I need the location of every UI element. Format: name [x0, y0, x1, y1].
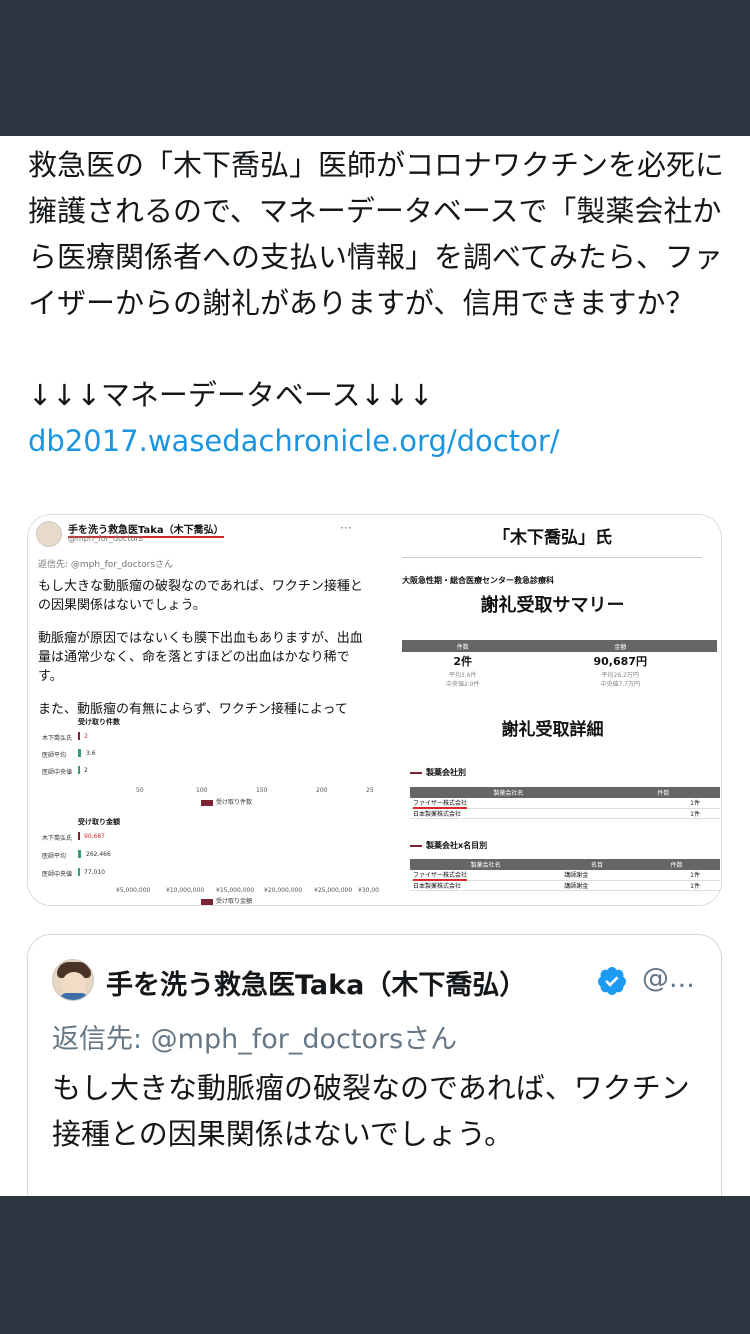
amount-value: 77,010 — [84, 869, 105, 876]
count-tick: 25 — [366, 787, 374, 794]
count-bar — [78, 766, 80, 774]
count-legend: 受け取り件数 — [201, 797, 252, 806]
media-reply-to: 返信先: @mph_for_doctorsさん — [38, 560, 174, 570]
amount-bar — [78, 832, 80, 840]
amount-tick: ¥30,00 — [358, 887, 379, 894]
count-row-label: 木下喬弘氏 — [42, 735, 73, 742]
amount-bar — [78, 850, 81, 858]
purpose-col-purpose: 名目 — [561, 859, 633, 870]
section-by-company-purpose: 製薬会社x名目別 — [410, 840, 487, 851]
avatar[interactable] — [52, 959, 94, 1001]
amount-tick: ¥20,000,000 — [264, 887, 303, 894]
summary-count: 2件 — [453, 655, 473, 668]
count-tick: 100 — [196, 787, 208, 794]
table-cell: 日本製薬株式会社 — [410, 880, 562, 891]
purpose-col-count: 件数 — [632, 859, 720, 870]
summary-title: 謝礼受取サマリー — [480, 595, 625, 616]
count-chart: 受け取り件数 木下喬弘氏 2 医師平均 3.6 医師中央値 2 50 100 1… — [36, 715, 376, 815]
amount-row-label: 医師中央値 — [42, 871, 73, 878]
count-bar — [78, 749, 81, 757]
media-author-handle: @mph_for_doctors — [68, 534, 143, 543]
avatar — [36, 521, 62, 547]
amount-row-label: 木下喬弘氏 — [42, 835, 73, 842]
quoted-author-name[interactable]: 手を洗う救急医Taka（木下喬弘） — [106, 963, 526, 1002]
tweet-media-image[interactable]: 手を洗う救急医Taka（木下喬弘） @mph_for_doctors ··· 返… — [27, 514, 722, 906]
count-tick: 200 — [316, 787, 328, 794]
company-purpose-table: 製薬会社名 名目 件数 ファイザー株式会社 講師謝金 1件 日本製薬株式会社 講… — [410, 859, 720, 891]
table-cell: 1件 — [606, 808, 720, 819]
table-cell: ファイザー株式会社 — [410, 798, 607, 810]
tweet-arrows-line: ↓↓↓マネーデータベース↓↓↓ — [28, 378, 434, 412]
media-left-panel: 手を洗う救急医Taka（木下喬弘） @mph_for_doctors ··· 返… — [28, 515, 379, 905]
amount-tick: ¥15,000,000 — [216, 887, 255, 894]
count-value: 2 — [84, 733, 88, 740]
media-body-paragraph: もし大きな動脈瘤の破裂なのであれば、ワクチン接種との因果関係はないでしょう。 — [38, 579, 363, 613]
amount-row-label: 医師平均 — [42, 853, 67, 860]
purpose-col-name: 製薬会社名 — [410, 859, 562, 870]
amount-tick: ¥25,000,000 — [314, 887, 353, 894]
table-cell: 日本製薬株式会社 — [410, 808, 607, 819]
count-tick: 50 — [136, 787, 144, 794]
quoted-author-handle[interactable]: @... — [642, 963, 695, 994]
amount-value: 262,466 — [86, 851, 111, 858]
count-row-label: 医師平均 — [42, 752, 67, 759]
tweet-body: 救急医の「木下喬弘」医師がコロナワクチンを必死に擁護されるので、マネーデータベー… — [28, 142, 728, 464]
amount-bar — [78, 868, 80, 876]
amount-tick: ¥5,000,000 — [116, 887, 151, 894]
amount-legend: 受け取り金額 — [201, 896, 252, 905]
quoted-tweet[interactable]: 手を洗う救急医Taka（木下喬弘） @... 返信先: @mph_for_doc… — [27, 934, 722, 1196]
tweet-link[interactable]: db2017.wasedachronicle.org/doctor/ — [28, 418, 728, 464]
count-tick: 150 — [256, 787, 268, 794]
company-col-name: 製薬会社名 — [410, 787, 607, 798]
company-table: 製薬会社名 件数 ファイザー株式会社 1件 日本製薬株式会社 1件 — [410, 787, 720, 819]
summary-count-sub: 平均3.6件 中央値2.0件 — [445, 672, 480, 688]
amount-chart-title: 受け取り金額 — [78, 818, 120, 826]
media-body-paragraph: 動脈瘤が原因ではないくも膜下出血もありますが、出血量は通常少なく、命を落とすほど… — [38, 631, 363, 684]
table-cell: ファイザー株式会社 — [410, 870, 562, 882]
quoted-tweet-text: もし大きな動脈瘤の破裂なのであれば、ワクチン接種との因果関係はないでしょう。 — [52, 1071, 690, 1151]
summary-amount-sub: 平均26.2万円 中央値7.7万円 — [600, 672, 640, 688]
count-bar — [78, 732, 80, 740]
doctor-title: 「木下喬弘」氏 — [493, 528, 612, 548]
bottom-letterbox — [0, 1196, 750, 1334]
table-cell: 1件 — [632, 880, 720, 891]
top-letterbox — [0, 0, 750, 136]
count-value: 2 — [84, 767, 88, 774]
amount-value: 90,687 — [84, 833, 105, 840]
media-right-panel: 「木下喬弘」氏 大阪急性期・総合医療センター救急診療科 謝礼受取サマリー 件数 … — [382, 515, 721, 905]
summary-amount: 90,687円 — [593, 655, 647, 668]
summary-col-count: 件数 — [402, 640, 524, 652]
table-cell: 1件 — [632, 870, 720, 881]
amount-tick: ¥10,000,000 — [166, 887, 205, 894]
more-icon: ··· — [340, 521, 352, 535]
summary-table: 件数 金額 2件 90,687円 平均3.6件 中央値2.0件 平均26.2万円中… — [402, 640, 717, 688]
quoted-reply-to[interactable]: 返信先: @mph_for_doctorsさん — [52, 1017, 457, 1056]
count-chart-title: 受け取り件数 — [78, 718, 120, 726]
tweet-screenshot: 救急医の「木下喬弘」医師がコロナワクチンを必死に擁護されるので、マネーデータベー… — [0, 136, 750, 1196]
table-cell: 講師謝金 — [561, 880, 633, 891]
media-tweet-body: もし大きな動脈瘤の破裂なのであれば、ワクチン接種との因果関係はないでしょう。 動… — [38, 577, 368, 733]
tweet-text: 救急医の「木下喬弘」医師がコロナワクチンを必死に擁護されるので、マネーデータベー… — [28, 148, 725, 320]
count-value: 3.6 — [86, 750, 96, 757]
company-col-count: 件数 — [606, 787, 720, 798]
summary-col-amount: 金額 — [523, 640, 717, 652]
section-by-company: 製薬会社別 — [410, 767, 466, 778]
table-cell: 講師謝金 — [561, 870, 633, 881]
divider — [402, 557, 702, 558]
verified-badge-icon — [597, 967, 626, 995]
amount-chart: 受け取り金額 木下喬弘氏 90,687 医師平均 262,466 医師中央値 7… — [36, 815, 379, 905]
count-row-label: 医師中央値 — [42, 769, 73, 776]
table-cell: 1件 — [606, 798, 720, 809]
doctor-org: 大阪急性期・総合医療センター救急診療科 — [402, 576, 554, 585]
detail-title: 謝礼受取詳細 — [501, 720, 604, 740]
